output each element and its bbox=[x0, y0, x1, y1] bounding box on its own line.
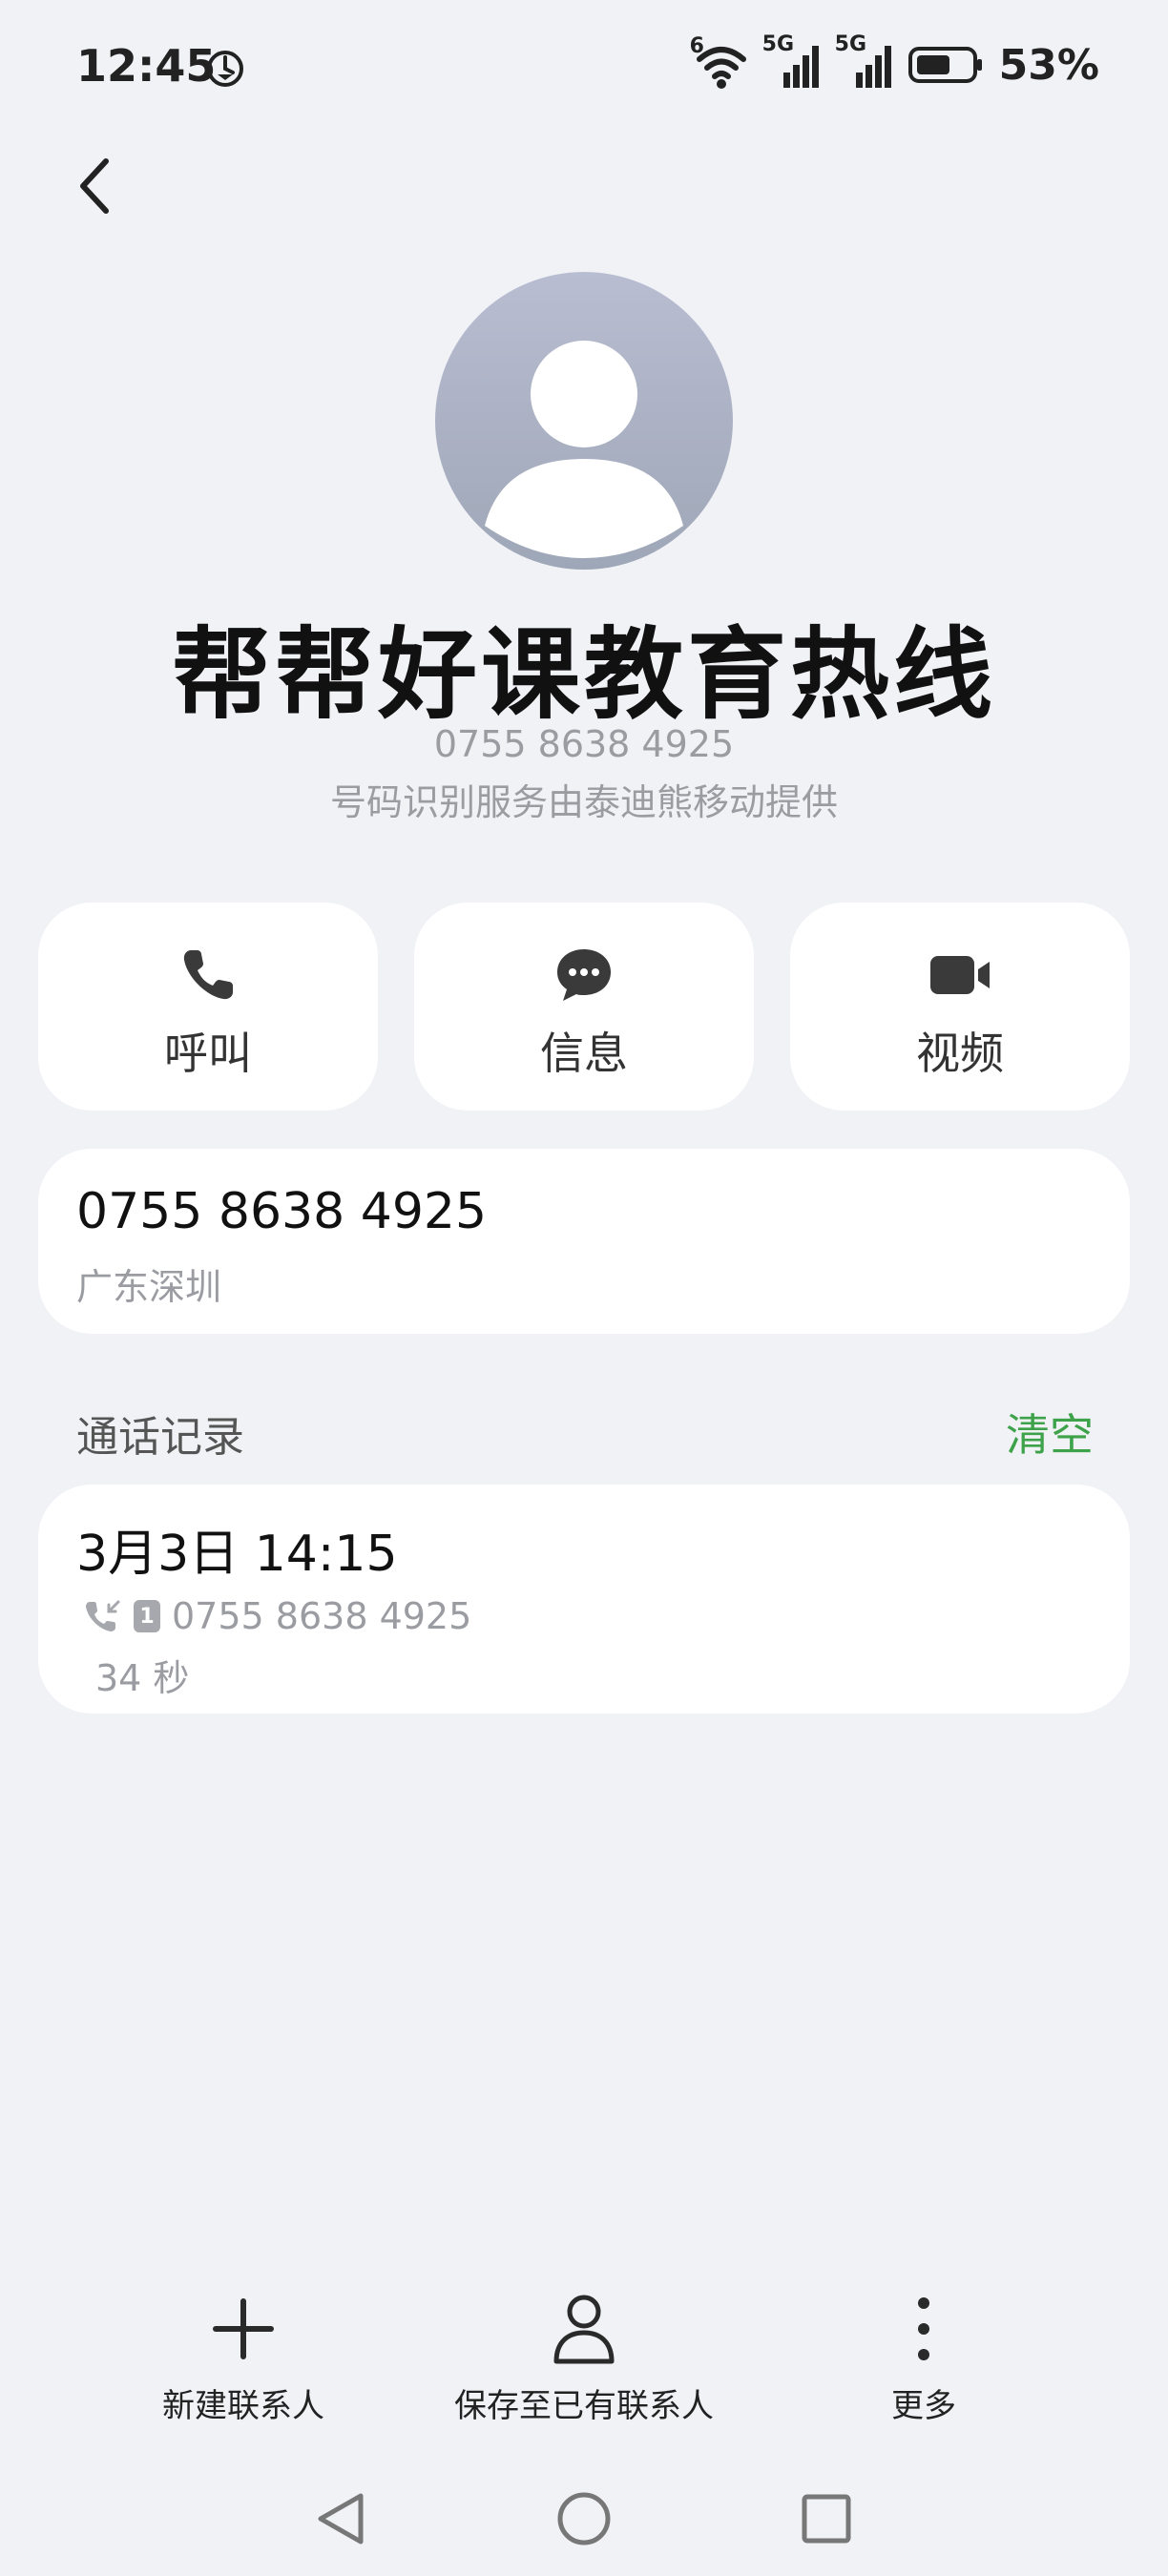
data-saver-icon bbox=[207, 51, 243, 87]
call-log-detail: 1 0755 8638 4925 bbox=[84, 1595, 471, 1637]
square-recents-icon bbox=[802, 2494, 851, 2544]
provider-note: 号码识别服务由泰迪熊移动提供 bbox=[329, 781, 838, 823]
new-contact-button[interactable]: 新建联系人 bbox=[153, 2286, 334, 2426]
sim-badge: 1 bbox=[134, 1600, 160, 1632]
contact-number: 0755 8638 4925 bbox=[433, 723, 735, 765]
circle-home-icon bbox=[557, 2492, 611, 2545]
contact-name: 帮帮好课教育热线 bbox=[171, 616, 996, 733]
signal-2-label: 5G bbox=[834, 32, 867, 56]
triangle-back-icon bbox=[318, 2493, 364, 2545]
more-button[interactable]: 更多 bbox=[876, 2286, 971, 2426]
signal-1-label: 5G bbox=[761, 32, 795, 56]
call-label: 呼叫 bbox=[164, 1028, 252, 1079]
clear-log-button[interactable]: 清空 bbox=[1006, 1401, 1094, 1464]
more-icon bbox=[918, 2297, 929, 2360]
signal-1-icon: 5G bbox=[762, 32, 825, 92]
wifi-label: 6 bbox=[689, 34, 704, 58]
avatar bbox=[435, 272, 733, 570]
incoming-call-icon bbox=[86, 1600, 120, 1631]
back-button[interactable] bbox=[61, 153, 128, 219]
number-card[interactable]: 0755 8638 4925 广东深圳 bbox=[38, 1149, 1130, 1334]
battery-percent: 53% bbox=[998, 40, 1099, 90]
video-button[interactable]: 视频 bbox=[790, 903, 1130, 1111]
number-card-region: 广东深圳 bbox=[76, 1266, 222, 1308]
person-placeholder-icon bbox=[485, 341, 683, 558]
wifi-icon: 6 bbox=[690, 34, 753, 92]
call-log-title: 通话记录 bbox=[76, 1413, 244, 1462]
signal-2-icon: 5G bbox=[835, 32, 898, 92]
call-log-date: 3月3日 14:15 bbox=[76, 1526, 398, 1583]
save-to-existing-button[interactable]: 保存至已有联系人 bbox=[441, 2286, 727, 2426]
new-contact-label: 新建联系人 bbox=[162, 2387, 324, 2425]
message-icon bbox=[557, 949, 611, 1001]
nav-recents-button[interactable] bbox=[788, 2481, 865, 2557]
call-log-entry[interactable]: 3月3日 14:15 1 0755 8638 4925 34 秒 bbox=[38, 1485, 1130, 1714]
call-log-duration: 34 秒 bbox=[95, 1657, 190, 1699]
status-time: 12:45 bbox=[76, 40, 217, 92]
status-icons: 6 5G 5G 53% bbox=[690, 32, 1099, 93]
video-label: 视频 bbox=[916, 1028, 1004, 1079]
nav-back-button[interactable] bbox=[303, 2481, 380, 2557]
call-button[interactable]: 呼叫 bbox=[38, 903, 378, 1111]
phone-icon bbox=[183, 950, 233, 1000]
message-button[interactable]: 信息 bbox=[414, 903, 754, 1111]
person-icon bbox=[553, 2295, 615, 2364]
chevron-left-icon bbox=[80, 158, 109, 214]
video-icon bbox=[930, 956, 990, 994]
battery-icon bbox=[907, 47, 982, 83]
call-log-number: 0755 8638 4925 bbox=[172, 1595, 472, 1637]
plus-icon bbox=[213, 2298, 274, 2359]
number-card-number: 0755 8638 4925 bbox=[76, 1183, 488, 1240]
status-bar: 12:45 6 5G 5G 53% bbox=[0, 0, 1168, 134]
nav-home-button[interactable] bbox=[546, 2481, 622, 2557]
more-label: 更多 bbox=[891, 2387, 956, 2425]
message-label: 信息 bbox=[540, 1028, 628, 1079]
save-to-existing-label: 保存至已有联系人 bbox=[454, 2387, 714, 2425]
